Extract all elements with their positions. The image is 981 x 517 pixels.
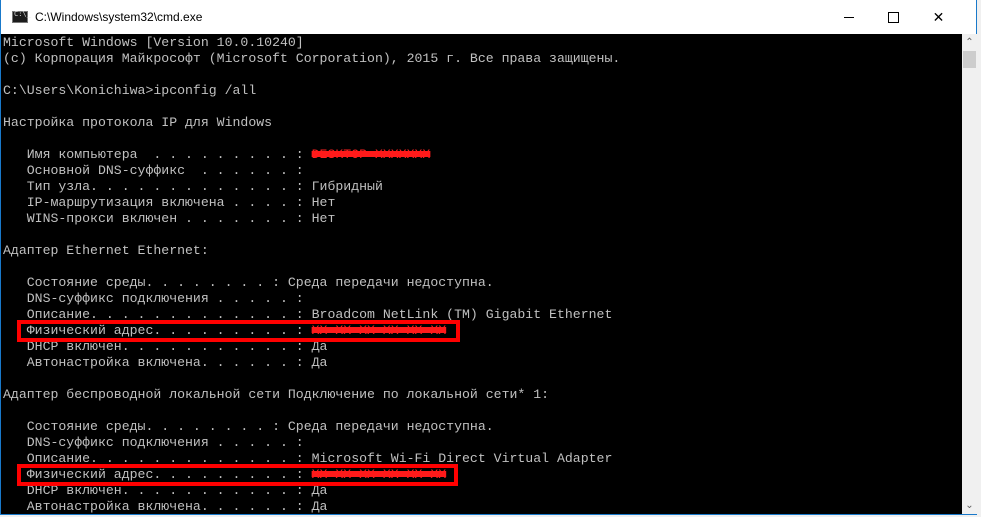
- vertical-scrollbar[interactable]: ⌃ ⌄: [962, 34, 977, 514]
- close-icon: ✕: [932, 8, 945, 25]
- console-line: DNS-суффикс подключения . . . . . :: [3, 291, 620, 307]
- console-line-text: DNS-суффикс подключения . . . . . :: [3, 435, 304, 450]
- console-line: Тип узла. . . . . . . . . . . . . : Гибр…: [3, 179, 620, 195]
- console-app-icon[interactable]: [12, 10, 31, 23]
- console-line-text: WINS-прокси включен . . . . . . . : Нет: [3, 211, 336, 226]
- console-text: Microsoft Windows [Version 10.0.10240] (c…: [3, 35, 620, 514]
- console-line: Автонастройка включена. . . . . . : Да: [3, 499, 620, 514]
- ethernet-mac-highlight: [17, 320, 460, 342]
- console-line-text: Microsoft Windows [Version 10.0.10240]: [3, 35, 304, 50]
- console-line-text: Имя компьютера . . . . . . . . . :: [3, 147, 312, 162]
- console-line: Состояние среды. . . . . . . . : Среда п…: [3, 275, 620, 291]
- title-bar[interactable]: C:\Windows\system32\cmd.exe ✕: [1, 0, 976, 34]
- scroll-thumb[interactable]: [963, 51, 976, 68]
- console-line-text: Адаптер беспроводной локальной сети Подк…: [3, 387, 550, 402]
- console-line: Имя компьютера . . . . . . . . . : DESKT…: [3, 147, 620, 163]
- console-line-text: (c) Корпорация Майкрософт (Microsoft Cor…: [3, 51, 621, 66]
- maximize-icon: [888, 11, 899, 23]
- console-line-text: Состояние среды. . . . . . . . : Среда п…: [3, 275, 494, 290]
- console-line: WINS-прокси включен . . . . . . . : Нет: [3, 211, 620, 227]
- redacted-value: DESKTOP-XXXXXXX: [311, 147, 431, 162]
- console-line: Настройка протокола IP для Windows: [3, 115, 620, 131]
- chevron-down-icon: ⌄: [965, 500, 974, 511]
- cmd-window: C:\Windows\system32\cmd.exe ✕ Microsoft …: [0, 0, 977, 515]
- console-line-text: IP-маршрутизация включена . . . . : Нет: [3, 195, 336, 210]
- minimize-icon: [843, 16, 854, 18]
- console-line-text: DNS-суффикс подключения . . . . . :: [3, 291, 304, 306]
- console-line: Основной DNS-суффикс . . . . . . :: [3, 163, 620, 179]
- chevron-up-icon: ⌃: [965, 37, 974, 48]
- console-line: Адаптер беспроводной локальной сети Подк…: [3, 387, 620, 403]
- console-line: Адаптер Ethernet Ethernet:: [3, 243, 620, 259]
- console-line-text: Состояние среды. . . . . . . . : Среда п…: [3, 419, 494, 434]
- minimize-button[interactable]: [826, 0, 871, 34]
- console-line: IP-маршрутизация включена . . . . : Нет: [3, 195, 620, 211]
- console-line: C:\Users\Konichiwa>ipconfig /all: [3, 83, 620, 99]
- console-line-text: Автонастройка включена. . . . . . : Да: [3, 499, 328, 514]
- console-line-text: C:\Users\Konichiwa>ipconfig /all: [3, 83, 257, 98]
- scroll-up-button[interactable]: ⌃: [962, 34, 977, 51]
- scroll-down-button[interactable]: ⌄: [962, 497, 977, 514]
- wifi-direct-mac-highlight: [17, 464, 458, 486]
- console-line: DNS-суффикс подключения . . . . . :: [3, 435, 620, 451]
- maximize-button[interactable]: [871, 0, 916, 34]
- console-line-text: Тип узла. . . . . . . . . . . . . : Гибр…: [3, 179, 383, 194]
- console-line: Состояние среды. . . . . . . . : Среда п…: [3, 419, 620, 435]
- console-line: Автонастройка включена. . . . . . : Да: [3, 355, 620, 371]
- console-line-text: Адаптер Ethernet Ethernet:: [3, 243, 209, 258]
- console-line-text: Настройка протокола IP для Windows: [3, 115, 273, 130]
- console-line-text: Автонастройка включена. . . . . . : Да: [3, 355, 328, 370]
- console-line: Microsoft Windows [Version 10.0.10240]: [3, 35, 620, 51]
- console-output[interactable]: Microsoft Windows [Version 10.0.10240] (c…: [1, 34, 962, 514]
- console-line: (c) Корпорация Майкрософт (Microsoft Cor…: [3, 51, 620, 67]
- close-button[interactable]: ✕: [916, 0, 961, 34]
- window-title: C:\Windows\system32\cmd.exe: [35, 10, 203, 24]
- console-line-text: Основной DNS-суффикс . . . . . . :: [3, 163, 304, 178]
